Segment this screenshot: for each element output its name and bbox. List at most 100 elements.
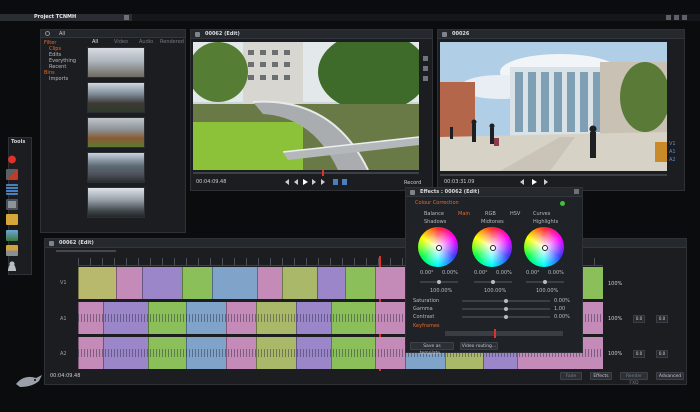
record-video-image	[440, 42, 667, 171]
source-marker-icon[interactable]	[423, 56, 428, 61]
track-label-v1[interactable]: V1	[60, 280, 67, 286]
tab-rendered[interactable]: Rendered	[160, 39, 184, 46]
rewind-icon[interactable]	[294, 179, 298, 185]
folder-icon[interactable]	[6, 214, 18, 225]
mark-out-icon[interactable]	[342, 179, 347, 185]
save-as-template-button[interactable]: Save as template...	[410, 342, 454, 356]
timeline-clip[interactable]	[116, 267, 142, 299]
tab-audio[interactable]: Audio	[139, 39, 153, 46]
param-value-saturation[interactable]: 0.00%	[554, 298, 570, 304]
go-to-start-icon[interactable]	[520, 179, 524, 185]
shadows-color-wheel[interactable]	[418, 227, 458, 267]
monitor-icon[interactable]	[6, 199, 18, 210]
param-value-gamma[interactable]: 1.00	[554, 306, 565, 312]
timeline-clip[interactable]	[182, 267, 212, 299]
tab-curves[interactable]: Curves	[533, 210, 550, 218]
play-icon[interactable]	[532, 179, 537, 185]
record-video-frame[interactable]	[440, 42, 667, 171]
clip-thumbnail[interactable]	[87, 187, 145, 218]
record-track-a2[interactable]: A2	[669, 156, 681, 164]
record-icon[interactable]	[6, 154, 18, 165]
tab-all[interactable]: All	[92, 39, 98, 46]
list-icon[interactable]	[6, 184, 18, 195]
tab-main[interactable]: Main	[458, 210, 470, 218]
gamma-slider[interactable]	[462, 307, 550, 311]
param-value-contrast[interactable]: 0.00%	[554, 314, 570, 320]
tab-rgb[interactable]: RGB	[485, 210, 496, 218]
shadows-luma-slider[interactable]	[420, 280, 458, 284]
render-fxd-button[interactable]: Render FXD	[620, 372, 648, 386]
source-side-buttons	[421, 42, 431, 170]
record-clip-icon[interactable]	[6, 169, 18, 180]
midtones-luma-slider[interactable]	[474, 280, 512, 284]
timeline-zoom-slider[interactable]	[56, 250, 116, 252]
track-level-a2-right[interactable]: 0.0	[656, 350, 668, 358]
image-icon[interactable]	[6, 230, 18, 241]
tab-balance[interactable]: Balance	[424, 210, 444, 218]
fade-button[interactable]: Fade	[560, 372, 582, 380]
source-marker-icon[interactable]	[423, 66, 428, 71]
timeline-clip[interactable]	[317, 267, 345, 299]
effects-button[interactable]: Effects	[590, 372, 612, 380]
tree-item-imports[interactable]: Imports	[43, 76, 83, 82]
search-filter-label[interactable]: All	[59, 30, 65, 38]
export-icon[interactable]	[6, 245, 18, 256]
record-scrubber[interactable]	[440, 174, 667, 176]
mark-in-icon[interactable]	[333, 179, 338, 185]
minimize-icon[interactable]	[666, 15, 671, 20]
record-track-v1[interactable]: V1	[669, 140, 681, 148]
user-icon[interactable]	[6, 260, 18, 271]
project-title: Project TCNMH	[34, 14, 77, 20]
record-label[interactable]: Record	[404, 180, 421, 186]
project-close-icon[interactable]	[124, 15, 129, 20]
record-viewer-title: 00026	[452, 31, 470, 37]
midtones-color-wheel[interactable]	[472, 227, 512, 267]
effect-enabled-icon[interactable]	[560, 201, 565, 206]
source-marker-icon[interactable]	[423, 76, 428, 81]
track-volume-v1[interactable]: 100%	[608, 281, 622, 287]
wheel-label-highlights: Highlights	[533, 219, 559, 225]
keyframe-track[interactable]	[445, 331, 563, 336]
tab-hsv[interactable]: HSV	[510, 210, 520, 218]
timeline-clip[interactable]	[142, 267, 182, 299]
track-level-a1-left[interactable]: 0.0	[633, 315, 645, 323]
track-label-a2[interactable]: A2	[60, 351, 67, 357]
timeline-clip[interactable]	[257, 267, 282, 299]
close-icon[interactable]	[682, 15, 687, 20]
record-transport	[520, 179, 590, 186]
highlights-color-wheel[interactable]	[524, 227, 564, 267]
clip-thumbnail[interactable]	[87, 47, 145, 78]
record-track-a1[interactable]: A1	[669, 148, 681, 156]
play-icon[interactable]	[303, 179, 308, 185]
timeline-clip[interactable]	[212, 267, 257, 299]
source-video-frame[interactable]	[193, 42, 419, 170]
video-routing-button[interactable]: Video routing...	[460, 342, 498, 350]
timeline-clip[interactable]	[78, 267, 116, 299]
fast-forward-icon[interactable]	[312, 179, 316, 185]
go-to-end-icon[interactable]	[544, 179, 548, 185]
track-label-a1[interactable]: A1	[60, 316, 67, 322]
track-volume-a2[interactable]: 100%	[608, 351, 622, 357]
track-level-a1-right[interactable]: 0.0	[656, 315, 668, 323]
contrast-slider[interactable]	[462, 315, 550, 319]
saturation-slider[interactable]	[462, 299, 550, 303]
clip-thumbnail[interactable]	[87, 117, 145, 148]
timeline-clip[interactable]	[282, 267, 317, 299]
source-scrubber[interactable]	[193, 172, 419, 174]
go-to-end-icon[interactable]	[321, 179, 325, 185]
search-icon[interactable]	[45, 31, 50, 36]
source-playhead[interactable]	[322, 170, 324, 176]
go-to-start-icon[interactable]	[285, 179, 289, 185]
keyframe-playhead[interactable]	[494, 329, 496, 338]
effects-section-title[interactable]: Colour Correction	[415, 200, 459, 206]
timeline-clip[interactable]	[345, 267, 375, 299]
track-level-a2-left[interactable]: 0.0	[633, 350, 645, 358]
maximize-icon[interactable]	[674, 15, 679, 20]
tab-video[interactable]: Video	[114, 39, 128, 46]
highlights-luma-slider[interactable]	[526, 280, 564, 284]
advanced-button[interactable]: Advanced	[656, 372, 684, 380]
track-volume-a1[interactable]: 100%	[608, 316, 622, 322]
clip-thumbnail[interactable]	[87, 152, 145, 183]
clip-thumbnail[interactable]	[87, 82, 145, 113]
effects-close-icon[interactable]	[574, 189, 579, 194]
